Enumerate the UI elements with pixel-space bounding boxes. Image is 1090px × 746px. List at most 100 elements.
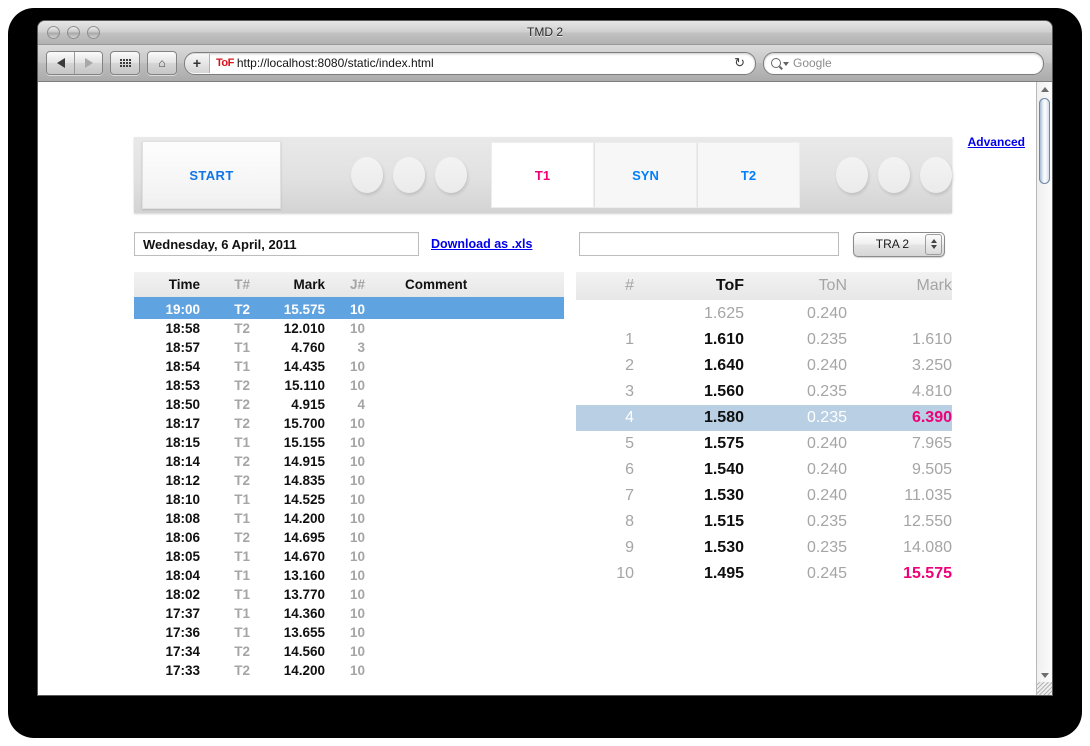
marks-cell-comment xyxy=(365,642,564,661)
marks-cell-tnum: T2 xyxy=(234,397,250,412)
table-row[interactable]: 17:37 T1 14.360 10 xyxy=(134,604,564,623)
indicator-dot-icon[interactable] xyxy=(393,157,425,193)
table-row[interactable]: 10 1.495 0.245 15.575 xyxy=(576,561,952,587)
table-row[interactable]: 18:12 T2 14.835 10 xyxy=(134,471,564,490)
indicator-dot-icon[interactable] xyxy=(836,157,868,193)
download-xls-link[interactable]: Download as .xls xyxy=(431,237,532,251)
details-header-mark[interactable]: Mark xyxy=(847,272,952,301)
marks-cell-time: 18:04 xyxy=(165,568,200,583)
table-row[interactable]: 2 1.640 0.240 3.250 xyxy=(576,353,952,379)
marks-cell-comment xyxy=(365,585,564,604)
details-cell-ton: 0.240 xyxy=(806,461,847,478)
start-button[interactable]: START xyxy=(142,141,281,209)
table-row[interactable]: 18:02 T1 13.770 10 xyxy=(134,585,564,604)
tab-syn[interactable]: SYN xyxy=(594,142,697,208)
home-button[interactable]: ⌂ xyxy=(147,51,177,75)
session-input[interactable] xyxy=(579,232,840,256)
table-row[interactable]: 18:15 T1 15.155 10 xyxy=(134,433,564,452)
table-row[interactable]: 9 1.530 0.235 14.080 xyxy=(576,535,952,561)
details-cell-mark: 6.390 xyxy=(847,405,952,431)
indicator-dot-icon[interactable] xyxy=(351,157,383,193)
marks-cell-jnum: 10 xyxy=(349,492,365,507)
marks-cell-jnum: 10 xyxy=(349,378,365,393)
details-table-head: # ToF ToN Mark xyxy=(576,272,952,301)
details-cell-tof: 1.515 xyxy=(703,513,744,530)
details-cell-tof: 1.610 xyxy=(703,331,744,348)
resize-grip-icon[interactable] xyxy=(1037,682,1052,695)
screenshot-root: TMD 2 ⌂ + ToF http://localhost:8080/stat… xyxy=(0,0,1090,746)
add-bookmark-button[interactable]: + xyxy=(185,53,210,73)
marks-header-jnum[interactable]: J# xyxy=(325,272,365,300)
details-header-tof[interactable]: ToF xyxy=(634,272,744,301)
table-row[interactable]: 19:00 T2 15.575 10 xyxy=(134,298,564,319)
marks-header-tnum[interactable]: T# xyxy=(200,272,250,300)
table-row[interactable]: 18:50 T2 4.915 4 xyxy=(134,395,564,414)
marks-cell-time: 17:33 xyxy=(165,663,200,678)
marks-cell-time: 18:08 xyxy=(165,511,200,526)
window-titlebar: TMD 2 xyxy=(38,21,1052,45)
table-row[interactable]: 18:05 T1 14.670 10 xyxy=(134,547,564,566)
scrollbar-thumb[interactable] xyxy=(1039,98,1050,184)
table-row[interactable]: 18:57 T1 4.760 3 xyxy=(134,338,564,357)
marks-header-mark[interactable]: Mark xyxy=(250,272,325,300)
table-row[interactable]: 18:58 T2 12.010 10 xyxy=(134,319,564,338)
table-row[interactable]: 18:53 T2 15.110 10 xyxy=(134,376,564,395)
stepper-icon[interactable] xyxy=(925,233,943,255)
table-row[interactable]: 18:04 T1 13.160 10 xyxy=(134,566,564,585)
back-button[interactable] xyxy=(47,52,74,74)
chevron-down-icon[interactable] xyxy=(783,62,789,66)
marks-cell-comment xyxy=(365,661,564,680)
indicator-dot-icon[interactable] xyxy=(878,157,910,193)
marks-cell-tnum: T2 xyxy=(200,298,250,319)
details-header-index[interactable]: # xyxy=(576,272,634,301)
marks-cell-tnum: T1 xyxy=(234,359,250,374)
table-row[interactable]: 18:17 T2 15.700 10 xyxy=(134,414,564,433)
details-header-ton[interactable]: ToN xyxy=(744,272,847,301)
vertical-scrollbar[interactable] xyxy=(1036,82,1052,695)
table-row[interactable]: 17:34 T2 14.560 10 xyxy=(134,642,564,661)
marks-cell-mark: 4.760 xyxy=(291,340,325,355)
marks-cell-comment xyxy=(365,338,564,357)
marks-cell-tnum: T1 xyxy=(234,511,250,526)
table-row[interactable]: 3 1.560 0.235 4.810 xyxy=(576,379,952,405)
marks-header-time[interactable]: Time xyxy=(134,272,200,300)
table-row[interactable]: 8 1.515 0.235 12.550 xyxy=(576,509,952,535)
table-row[interactable]: 7 1.530 0.240 11.035 xyxy=(576,483,952,509)
table-row[interactable]: 18:54 T1 14.435 10 xyxy=(134,357,564,376)
indicator-dot-icon[interactable] xyxy=(920,157,952,193)
reload-icon[interactable]: ↻ xyxy=(730,55,753,71)
marks-cell-comment xyxy=(365,528,564,547)
table-row[interactable]: 4 1.580 0.235 6.390 xyxy=(576,405,952,431)
marks-cell-tnum: T1 xyxy=(234,606,250,621)
table-row[interactable]: 1 1.610 0.235 1.610 xyxy=(576,327,952,353)
grid-view-button[interactable] xyxy=(110,51,140,75)
forward-button[interactable] xyxy=(74,52,102,74)
search-field[interactable]: Google xyxy=(763,51,1044,75)
details-cell-mark: 9.505 xyxy=(911,461,952,478)
table-row[interactable]: 18:14 T2 14.915 10 xyxy=(134,452,564,471)
tab-t1[interactable]: T1 xyxy=(491,142,594,208)
date-field[interactable]: Wednesday, 6 April, 2011 xyxy=(134,232,419,256)
marks-cell-jnum: 3 xyxy=(357,340,365,355)
marks-cell-mark: 4.915 xyxy=(291,397,325,412)
details-table: # ToF ToN Mark 1.625 0.240 1 1.610 0.235 1.61… xyxy=(576,272,952,587)
scroll-up-button[interactable] xyxy=(1037,82,1052,96)
track-select[interactable]: TRA 2 xyxy=(853,231,946,257)
table-row[interactable]: 17:33 T2 14.200 10 xyxy=(134,661,564,680)
advanced-link[interactable]: Advanced xyxy=(968,135,1025,149)
table-row[interactable]: 1.625 0.240 xyxy=(576,301,952,328)
details-cell-mark: 11.035 xyxy=(904,487,952,504)
scroll-down-button[interactable] xyxy=(1037,668,1052,682)
marks-header-comment[interactable]: Comment xyxy=(365,272,564,300)
tab-t2[interactable]: T2 xyxy=(697,142,800,208)
indicator-dot-icon[interactable] xyxy=(435,157,467,193)
table-row[interactable]: 5 1.575 0.240 7.965 xyxy=(576,431,952,457)
table-row[interactable]: 17:36 T1 13.655 10 xyxy=(134,623,564,642)
table-row[interactable]: 18:08 T1 14.200 10 xyxy=(134,509,564,528)
address-bar[interactable]: + ToF http://localhost:8080/static/index… xyxy=(184,51,756,75)
content-area: Advanced START T1 SYN T2 Wednesday, 6 Ap… xyxy=(38,82,1052,695)
table-row[interactable]: 6 1.540 0.240 9.505 xyxy=(576,457,952,483)
table-row[interactable]: 18:10 T1 14.525 10 xyxy=(134,490,564,509)
table-row[interactable]: 18:06 T2 14.695 10 xyxy=(134,528,564,547)
search-icon xyxy=(771,58,781,68)
